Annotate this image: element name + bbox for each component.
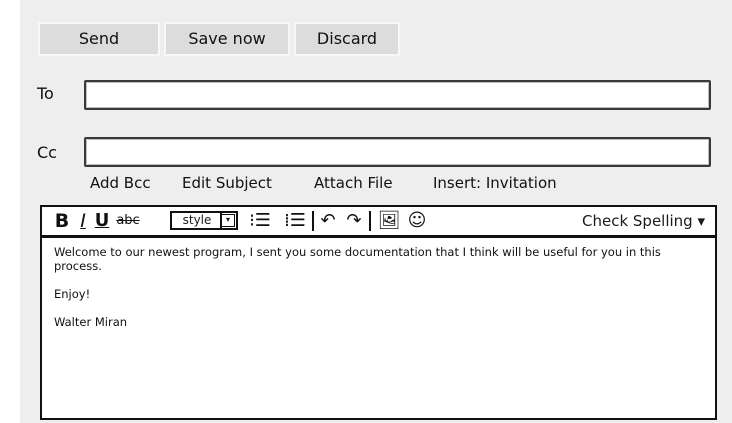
- undo-icon[interactable]: ↶: [318, 210, 338, 232]
- send-button[interactable]: Send: [38, 22, 160, 56]
- bulleted-list-icon[interactable]: ⁝☰: [245, 210, 275, 232]
- discard-button[interactable]: Discard: [294, 22, 400, 56]
- insert-invitation-link[interactable]: Insert: Invitation: [433, 174, 557, 192]
- strikethrough-button[interactable]: abc: [116, 210, 140, 232]
- formatting-toolbar: B I U abc style ▾ ⁝☰ ⁞☰ ↶ ↷ 🖼 ☺ Check Sp…: [42, 207, 715, 238]
- toolbar-divider: [369, 211, 371, 231]
- message-body[interactable]: Welcome to our newest program, I sent yo…: [54, 245, 704, 343]
- cc-label: Cc: [37, 143, 57, 162]
- image-icon[interactable]: 🖼: [377, 210, 401, 232]
- to-field[interactable]: [84, 80, 711, 110]
- redo-icon[interactable]: ↷: [344, 210, 364, 232]
- style-select[interactable]: style ▾: [170, 211, 238, 230]
- check-spelling-dropdown[interactable]: Check Spelling ▾: [582, 211, 705, 231]
- message-paragraph: Welcome to our newest program, I sent yo…: [54, 245, 661, 273]
- to-label: To: [37, 84, 54, 103]
- message-paragraph: Enjoy!: [54, 287, 91, 301]
- chevron-down-icon: ▾: [221, 214, 235, 227]
- add-bcc-link[interactable]: Add Bcc: [90, 174, 151, 192]
- message-signature: Walter Miran: [54, 315, 128, 329]
- numbered-list-icon[interactable]: ⁞☰: [280, 210, 310, 232]
- toolbar-divider: [312, 211, 314, 231]
- edit-subject-link[interactable]: Edit Subject: [182, 174, 272, 192]
- style-select-label: style: [174, 213, 222, 228]
- underline-button[interactable]: U: [94, 210, 110, 232]
- emoji-icon[interactable]: ☺: [406, 210, 428, 232]
- bold-button[interactable]: B: [54, 210, 70, 232]
- italic-button[interactable]: I: [75, 210, 91, 232]
- save-now-button[interactable]: Save now: [164, 22, 290, 56]
- message-editor[interactable]: B I U abc style ▾ ⁝☰ ⁞☰ ↶ ↷ 🖼 ☺ Check Sp…: [40, 205, 717, 420]
- cc-field[interactable]: [84, 137, 711, 167]
- attach-file-link[interactable]: Attach File: [314, 174, 393, 192]
